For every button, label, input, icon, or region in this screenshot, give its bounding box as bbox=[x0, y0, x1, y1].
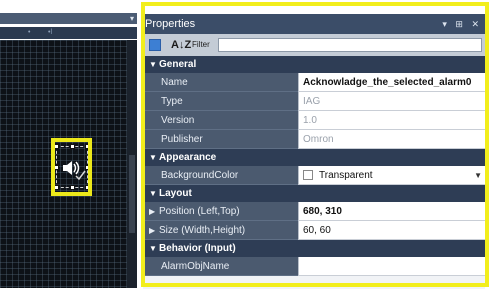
position-value-field[interactable]: 680, 310 bbox=[298, 202, 485, 221]
size-value-field[interactable]: 60, 60 bbox=[298, 221, 485, 240]
category-general[interactable]: ▼ General bbox=[143, 56, 485, 73]
category-label: Layout bbox=[159, 188, 192, 199]
position-label: Position (Left,Top) bbox=[159, 206, 240, 217]
publisher-value: Omron bbox=[298, 130, 485, 149]
category-appearance[interactable]: ▼ Appearance bbox=[143, 149, 485, 166]
panel-title: Properties bbox=[145, 18, 196, 30]
designer-ruler: • •l bbox=[0, 27, 137, 39]
property-label: Name bbox=[143, 73, 298, 92]
property-grid: ▼ General Name Acknowladge_the_selected_a… bbox=[143, 56, 485, 289]
designer-tab-strip: ▾ bbox=[0, 13, 137, 24]
category-label: Behavior (Input) bbox=[159, 243, 236, 254]
property-label: AlarmObjName bbox=[143, 257, 298, 276]
category-behavior-input[interactable]: ▼ Behavior (Input) bbox=[143, 240, 485, 257]
color-swatch bbox=[303, 170, 313, 180]
alphabetical-sort-icon[interactable]: A↓Z bbox=[171, 37, 191, 53]
backgroundcolor-dropdown[interactable]: Transparent ▼ bbox=[298, 166, 485, 185]
name-value-field[interactable]: Acknowladge_the_selected_alarm0 bbox=[298, 73, 485, 92]
type-value: IAG bbox=[298, 92, 485, 111]
version-value: 1.0 bbox=[298, 111, 485, 130]
property-row-position: ▶ Position (Left,Top) 680, 310 bbox=[143, 202, 485, 221]
filter-label: Filter bbox=[192, 40, 210, 49]
property-row-name: Name Acknowladge_the_selected_alarm0 bbox=[143, 73, 485, 92]
property-row-alarmobjname: AlarmObjName bbox=[143, 257, 485, 276]
widget-highlight-frame bbox=[51, 138, 92, 196]
filter-input[interactable] bbox=[218, 38, 482, 52]
property-label: Publisher bbox=[143, 130, 298, 149]
category-label: Appearance bbox=[159, 152, 217, 163]
size-label: Size (Width,Height) bbox=[159, 225, 246, 236]
property-label[interactable]: ▶ Position (Left,Top) bbox=[143, 202, 298, 221]
designer-scrollbar[interactable] bbox=[127, 40, 137, 288]
collapse-triangle-icon[interactable]: ▼ bbox=[149, 185, 159, 202]
category-label: General bbox=[159, 59, 197, 70]
property-row-type: Type IAG bbox=[143, 92, 485, 111]
backgroundcolor-value: Transparent bbox=[319, 170, 373, 181]
property-label: Type bbox=[143, 92, 298, 111]
property-row-backgroundcolor: BackgroundColor Transparent ▼ bbox=[143, 166, 485, 185]
collapse-triangle-icon[interactable]: ▼ bbox=[149, 240, 159, 257]
alarmobjname-value-field[interactable] bbox=[298, 257, 485, 276]
property-label: BackgroundColor bbox=[143, 166, 298, 185]
expand-triangle-icon[interactable]: ▶ bbox=[149, 202, 159, 221]
property-label[interactable]: ▶ Size (Width,Height) bbox=[143, 221, 298, 240]
property-label: Version bbox=[143, 111, 298, 130]
property-row-size: ▶ Size (Width,Height) 60, 60 bbox=[143, 221, 485, 240]
ruler-mark: •l bbox=[48, 29, 53, 36]
chevron-down-icon[interactable]: ▾ bbox=[130, 13, 134, 24]
panel-title-bar: Properties ▾ ⊞ ✕ bbox=[143, 14, 485, 34]
categorized-view-icon[interactable] bbox=[149, 39, 161, 51]
designer-canvas: ▾ • •l bbox=[0, 0, 146, 289]
property-row-version: Version 1.0 bbox=[143, 111, 485, 130]
collapse-triangle-icon[interactable]: ▼ bbox=[149, 56, 159, 73]
chevron-down-icon[interactable]: ▼ bbox=[474, 166, 482, 184]
ruler-mark: • bbox=[28, 29, 31, 36]
properties-panel: Properties ▾ ⊞ ✕ A↓Z Filter ▼ General Nam… bbox=[141, 0, 491, 289]
property-row-publisher: Publisher Omron bbox=[143, 130, 485, 149]
window-controls[interactable]: ▾ ⊞ ✕ bbox=[442, 14, 482, 34]
properties-toolbar: A↓Z Filter bbox=[143, 34, 485, 56]
collapse-triangle-icon[interactable]: ▼ bbox=[149, 149, 159, 166]
scrollbar-thumb[interactable] bbox=[129, 155, 135, 233]
category-layout[interactable]: ▼ Layout bbox=[143, 185, 485, 202]
expand-triangle-icon[interactable]: ▶ bbox=[149, 221, 159, 240]
